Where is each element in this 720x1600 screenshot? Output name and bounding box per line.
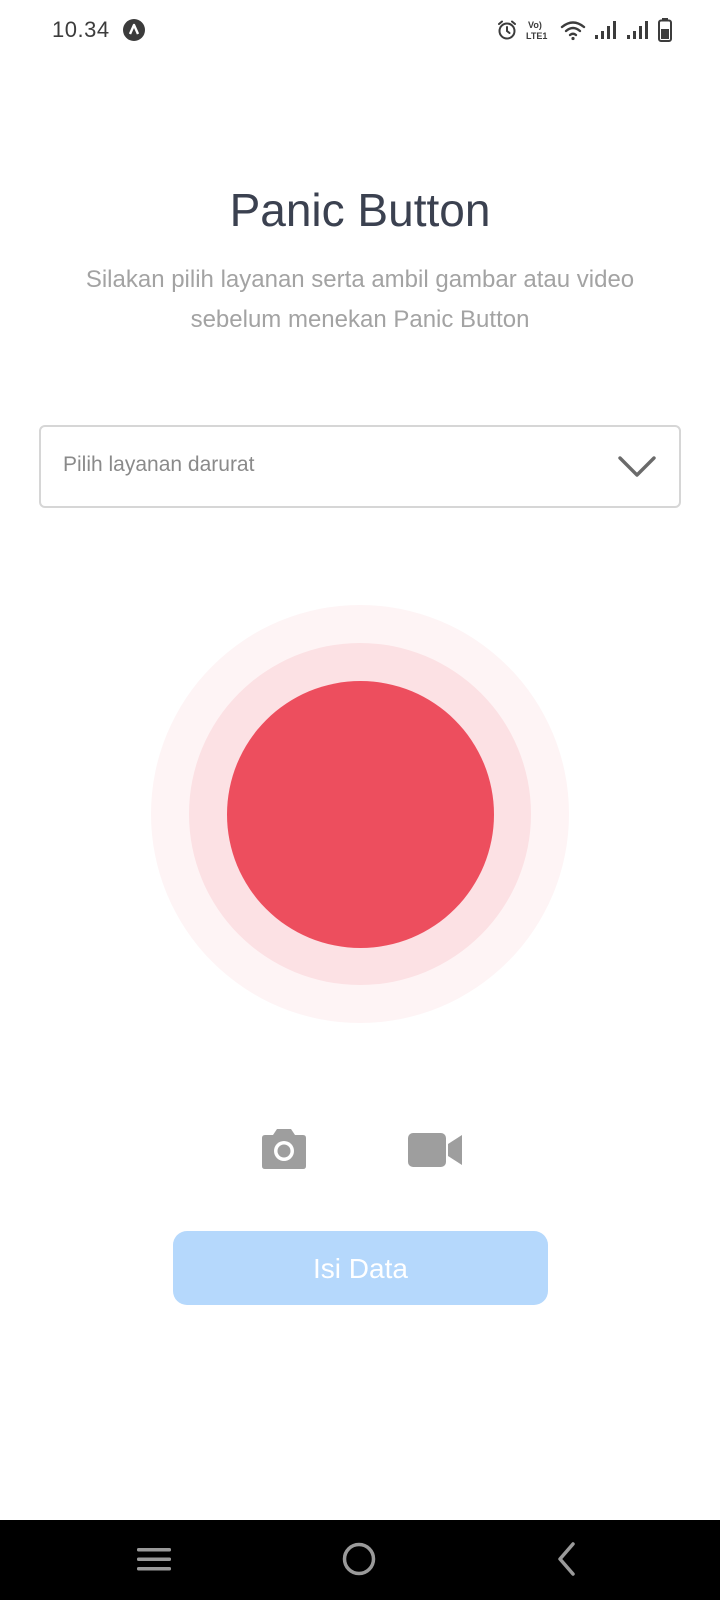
record-video-button[interactable] (407, 1132, 463, 1173)
page-title: Panic Button (229, 184, 491, 236)
volte-label-bottom: LTE1 (526, 31, 547, 41)
app-badge-icon (123, 19, 145, 41)
emergency-service-select[interactable]: Pilih layanan darurat (39, 425, 681, 508)
navigation-bar (0, 1520, 720, 1600)
signal-icon (594, 19, 618, 41)
emergency-service-placeholder: Pilih layanan darurat (63, 453, 255, 476)
volte-label-top: Vo) (528, 20, 542, 30)
status-icons: Vo) LTE1 (496, 16, 672, 44)
status-bar: 10.34 Vo) LTE1 (0, 0, 720, 62)
fill-data-button[interactable]: Isi Data (173, 1231, 548, 1305)
take-photo-button[interactable] (258, 1128, 310, 1175)
panic-button-screen: 10.34 Vo) LTE1 Panic Button Silakan pili… (0, 0, 720, 1600)
signal-icon (626, 19, 650, 41)
menu-icon[interactable] (136, 1540, 172, 1583)
panic-button[interactable] (227, 681, 494, 948)
battery-icon (658, 18, 672, 42)
alarm-icon (496, 19, 518, 41)
status-time: 10.34 (52, 17, 110, 42)
volte-icon: Vo) LTE1 (526, 18, 552, 42)
wifi-icon (560, 19, 586, 41)
home-icon[interactable] (340, 1540, 378, 1583)
camera-icon (258, 1129, 310, 1174)
chevron-down-icon (617, 453, 657, 486)
video-camera-icon (407, 1133, 463, 1172)
back-icon[interactable] (553, 1540, 583, 1583)
panic-button-area (151, 605, 569, 1023)
page-subtitle: Silakan pilih layanan serta ambil gambar… (85, 266, 635, 333)
